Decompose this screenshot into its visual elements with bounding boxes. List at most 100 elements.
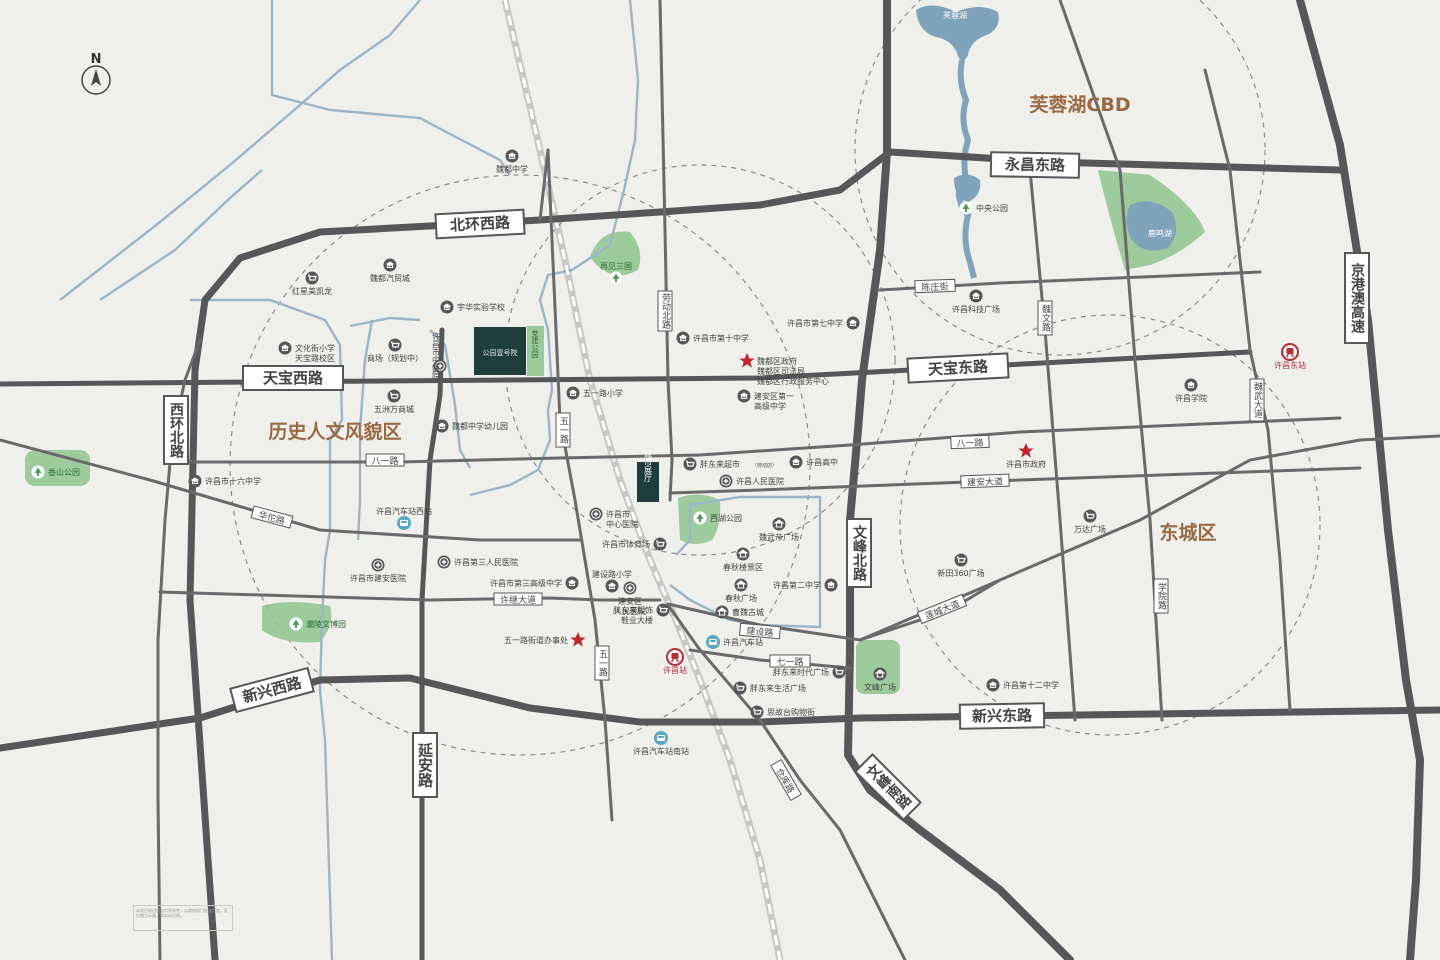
hospital-icon [718, 473, 734, 489]
poi-label: 许昌第三人民医院 [454, 557, 518, 567]
poi-note: （劳动店） [752, 462, 777, 469]
district-label-east: 东城区 [1159, 521, 1216, 544]
poi-label: 许昌第十二中学 [1003, 680, 1059, 690]
shopping-cart-icon [652, 536, 668, 552]
poi-xc-stadium[interactable]: 许昌市体育场 [602, 536, 668, 552]
poi-xc-high[interactable]: 许昌高中 [789, 455, 839, 469]
bus-icon [397, 516, 411, 530]
svg-text:天宝东路: 天宝东路 [928, 357, 990, 378]
poi-label: 再见三国 [600, 262, 632, 271]
svg-text:陈庄街: 陈庄街 [921, 281, 948, 294]
poi-label: 高级中学 [754, 401, 786, 411]
road-label-xinxing-east: 新兴东路 [958, 702, 1046, 730]
shopping-cart-icon [749, 704, 765, 720]
poi-label: 鞋业大楼 [621, 615, 653, 625]
school-icon [565, 576, 579, 590]
poi-label: 魏都区行政服务中心 [757, 376, 829, 386]
svg-text:延安路: 延安路 [416, 742, 434, 788]
shopping-cart-icon [831, 664, 847, 680]
poi-label: 建安区 [618, 596, 642, 606]
road-label-beihuan-west: 北环西路 [434, 208, 526, 240]
poi-bus-main[interactable]: 许昌汽车站 [706, 635, 763, 649]
svg-text:八一路: 八一路 [956, 437, 983, 450]
road-label-tianbao-east: 天宝东路 [906, 352, 1010, 384]
poi-label: 许昌汽车站西站 [376, 506, 432, 516]
poi-label: 许昌市第十中学 [693, 333, 749, 343]
poi-label: 春秋楼景区 [723, 562, 763, 572]
svg-text:魏武大道: 魏武大道 [1252, 381, 1263, 419]
svg-text:天宝西路: 天宝西路 [263, 369, 324, 387]
poi-label: 胖东来超市 [700, 459, 740, 469]
poi-label: 香山公园 [48, 467, 80, 477]
north-label: N [91, 52, 102, 67]
poi-weidu-kinder[interactable]: 魏都中学幼儿园 [435, 419, 509, 433]
poi-label: 许昌高中 [806, 457, 838, 467]
svg-text:文峰北路: 文峰北路 [851, 524, 867, 581]
poi-label: 天宝路校区 [295, 353, 335, 363]
poi-label: 许昌市 [606, 509, 630, 519]
party-park-label: 党建公园 [531, 329, 539, 359]
school-icon [789, 455, 803, 469]
project-block[interactable]: 公园壹号院 [474, 327, 526, 375]
poi-label: 许昌科技广场 [952, 304, 1000, 314]
shopping-cart-icon [304, 270, 320, 286]
poi-wuyi-primary[interactable]: 五一路小学 [566, 386, 624, 400]
poi-pangdonglai-super[interactable]: 胖东来超市 [682, 456, 741, 472]
poi-central-park[interactable]: 中央公园 [959, 201, 1009, 215]
poi-label: 曹魏古城 [732, 607, 764, 617]
road-label-tianbao-west: 天宝西路 [242, 365, 344, 391]
svg-text:西环北路: 西环北路 [168, 402, 184, 458]
svg-text:劳动北路: 劳动北路 [660, 292, 671, 330]
shopping-cart-icon [732, 680, 748, 696]
svg-text:新兴东路: 新兴东路 [972, 706, 1033, 725]
shopping-cart-icon [655, 602, 671, 618]
school-icon [824, 578, 838, 592]
poi-yuhua[interactable]: 宇华实验学校 [440, 300, 506, 314]
bus-icon [654, 731, 668, 745]
poi-sigu[interactable]: 思故台购物街 [749, 704, 816, 720]
poi-pangdonglai-times[interactable]: 胖东来时代广场 [773, 664, 847, 680]
poi-xihu-park[interactable]: 西湖公园 [693, 511, 743, 525]
tree-icon [609, 271, 623, 285]
show-hall-label: 城市展厅 [644, 450, 653, 482]
poi-furong[interactable]: 芙蓉湖 [943, 10, 967, 20]
poi-pangdonglai-life[interactable]: 胖东来生活广场 [732, 680, 807, 696]
poi-label: 胖东来服饰 [613, 605, 653, 615]
svg-text:五一路: 五一路 [558, 417, 569, 445]
school-icon [605, 579, 619, 593]
school-icon [505, 149, 519, 163]
poi-luming[interactable]: 鹿鸣湖 [1148, 228, 1172, 238]
poi-xiangshan[interactable]: 香山公园 [31, 465, 81, 479]
poi-xc12[interactable]: 许昌第十二中学 [986, 678, 1060, 692]
poi-caowei[interactable]: 曹魏古城 [715, 605, 765, 619]
poi-label: 胖东来时代广场 [773, 667, 829, 677]
poi-xc7[interactable]: 许昌市第七中学 [787, 316, 860, 330]
disclaimer-text: 本项目周边规划仅供参考，以政府部门批准为准。区位图为示意，非实际比例。 [136, 908, 228, 918]
poi-label: 许昌第二中学 [773, 580, 821, 590]
poi-label: 宇华实验学校 [457, 302, 505, 312]
poi-baling[interactable]: 灞陵文博园 [289, 617, 347, 631]
poi-label: 灞陵文博园 [306, 619, 346, 629]
poi-label: 万达广场 [1074, 524, 1106, 534]
svg-text:京港澳高速: 京港澳高速 [1349, 262, 1365, 334]
poi-xc16[interactable]: 许昌市十六中学 [188, 474, 262, 488]
bus-icon [706, 635, 720, 649]
svg-text:许继大道: 许继大道 [500, 594, 536, 606]
road-label-jianan: 建安大道 [960, 473, 1010, 489]
poi-label: 许昌站 [663, 665, 687, 675]
poi-label: 鹿鸣湖 [1148, 228, 1172, 238]
shopping-cart-icon [387, 337, 403, 353]
road-label-weiwu: 魏武大道 [1249, 378, 1265, 422]
poi-label: 商场（规划中） [367, 353, 423, 363]
hospital-icon [370, 557, 386, 573]
pavilion-icon [772, 517, 786, 531]
shopping-cart-icon [953, 552, 969, 568]
road-label-weiwen: 魏文路 [1037, 300, 1053, 336]
poi-xc10[interactable]: 许昌市第十中学 [676, 331, 750, 345]
poi-label: 胖东来生活广场 [750, 683, 806, 693]
pavilion-icon [734, 578, 748, 592]
poi-xc2[interactable]: 许昌第二中学 [773, 578, 838, 592]
road-label-yanan: 延安路 [412, 732, 438, 798]
road-label-jinggang: 京港澳高速 [1344, 252, 1370, 344]
poi-xc-people-hosp[interactable]: 许昌人民医院 [718, 473, 785, 489]
